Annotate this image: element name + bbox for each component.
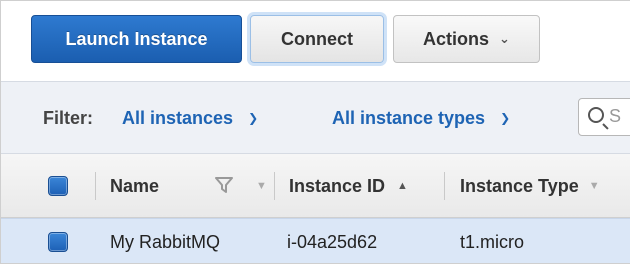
cell-instance-type: t1.micro: [460, 219, 525, 263]
connect-button[interactable]: Connect: [250, 15, 384, 63]
column-instance-type-label: Instance Type: [460, 175, 579, 196]
table-header: Name ▼ Instance ID ▲ Instance Type ▼: [1, 154, 630, 218]
chevron-down-icon: ⌄: [499, 31, 510, 46]
connect-label: Connect: [281, 28, 353, 49]
chevron-down-icon: ▼: [588, 180, 600, 192]
cell-name: My RabbitMQ: [110, 219, 221, 263]
select-all-checkbox[interactable]: [48, 176, 68, 196]
ec2-instances-panel: Launch Instance Connect Actions ⌄ Filter…: [0, 0, 630, 264]
search-placeholder: S: [609, 106, 622, 126]
search-icon: [588, 107, 604, 123]
row-select-checkbox[interactable]: [48, 232, 68, 252]
all-instance-types-filter[interactable]: All instance types ❯: [332, 108, 510, 129]
column-header-name[interactable]: Name: [110, 154, 159, 218]
cell-instance-id: i-04a25d62: [287, 219, 378, 263]
search-input[interactable]: S: [578, 98, 630, 136]
funnel-icon[interactable]: [215, 176, 233, 194]
column-instance-id-label: Instance ID: [289, 175, 386, 196]
name-sort-control[interactable]: ▼: [246, 154, 267, 218]
column-divider: [274, 172, 275, 200]
chevron-down-icon: ❯: [500, 111, 511, 125]
instance-name: My RabbitMQ: [110, 232, 221, 252]
actions-dropdown-button[interactable]: Actions ⌄: [393, 15, 540, 63]
launch-instance-button[interactable]: Launch Instance: [31, 15, 242, 63]
filter-bar: Filter: All instances ❯ All instance typ…: [1, 81, 630, 154]
all-instances-filter[interactable]: All instances ❯: [122, 108, 258, 129]
instance-id: i-04a25d62: [287, 232, 378, 252]
instance-type: t1.micro: [460, 232, 525, 252]
column-divider: [444, 172, 445, 200]
sort-ascending-icon: ▲: [397, 180, 408, 192]
column-header-instance-type[interactable]: Instance Type ▼: [460, 154, 600, 218]
column-name-label: Name: [110, 175, 160, 196]
actions-label: Actions: [423, 28, 490, 49]
chevron-down-icon: ❯: [248, 111, 259, 125]
launch-instance-label: Launch Instance: [65, 28, 208, 49]
chevron-down-icon: ▼: [256, 180, 267, 192]
table-row[interactable]: My RabbitMQ i-04a25d62 t1.micro: [1, 218, 630, 263]
all-instance-types-label: All instance types: [332, 108, 486, 128]
column-divider: [95, 172, 96, 200]
all-instances-label: All instances: [122, 108, 234, 128]
toolbar: Launch Instance Connect Actions ⌄: [1, 1, 630, 81]
filter-label: Filter:: [43, 108, 94, 128]
column-header-instance-id[interactable]: Instance ID ▲: [289, 154, 408, 218]
